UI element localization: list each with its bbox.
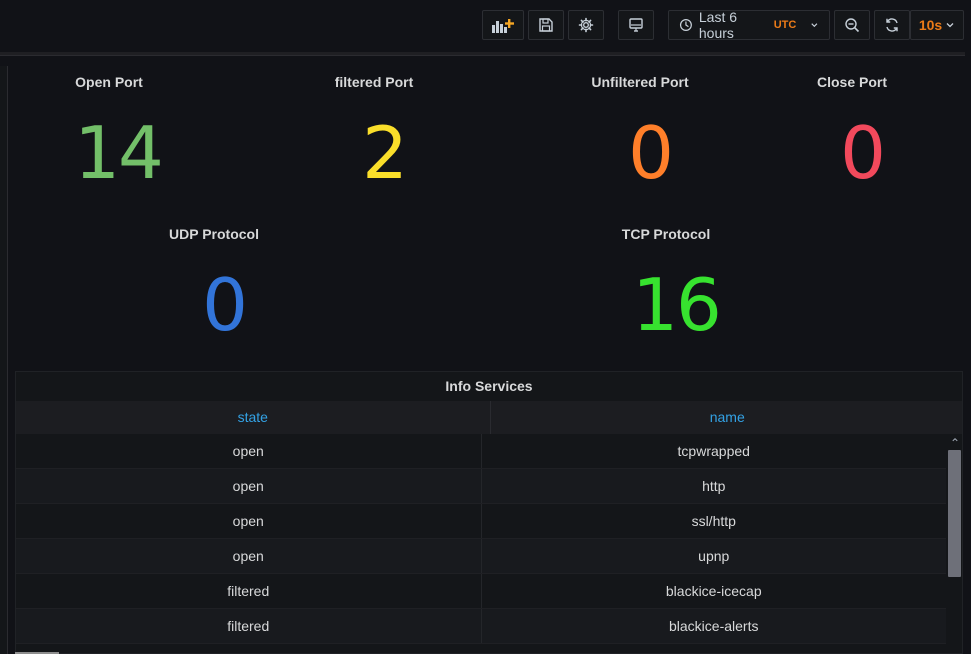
stat-title: Open Port [75, 74, 143, 90]
stat-title: Close Port [816, 74, 888, 90]
cell-state: open [16, 469, 482, 503]
refresh-button[interactable] [874, 10, 910, 40]
timezone-label: UTC [773, 19, 797, 31]
cell-name: ssl/http [691, 513, 736, 529]
scroll-up-icon[interactable]: ⌃ [950, 436, 960, 450]
scrollbar-thumb[interactable] [948, 450, 961, 577]
cell-state: open [16, 539, 482, 573]
cell-state: open [16, 504, 482, 538]
cell-state: filtered [16, 574, 482, 608]
panel-title[interactable]: Info Services [16, 378, 962, 394]
table-row: open tcpwrapped [16, 434, 946, 469]
stat-value: 0 [202, 263, 248, 347]
chevron-down-icon [946, 23, 954, 28]
stat-value: 0 [628, 111, 674, 195]
time-range-label: Last 6 hours [698, 9, 738, 41]
cell-state: filtered [16, 609, 482, 643]
clock-icon [679, 19, 692, 31]
refresh-icon [886, 18, 898, 32]
tv-mode-button[interactable] [618, 10, 654, 40]
cell-name: tcpwrapped [677, 443, 750, 459]
dashboard-toolbar: Last 6 hours UTC 10s [0, 0, 971, 52]
stat-value: 0 [840, 111, 886, 195]
refresh-interval-label: 10s [918, 17, 943, 33]
cell-name: blackice-icecap [665, 583, 762, 599]
stat-value: 14 [74, 111, 164, 195]
stat-title: UDP Protocol [169, 226, 259, 242]
zoom-out-icon [845, 18, 860, 33]
toolbar-divider [0, 52, 965, 56]
monitor-icon [629, 18, 643, 32]
save-icon [539, 18, 553, 32]
table-header: state name [16, 401, 963, 434]
stat-title: TCP Protocol [621, 226, 711, 242]
table-row: open ssl/http [16, 504, 946, 539]
save-dashboard-button[interactable] [528, 10, 564, 40]
gear-icon [578, 17, 594, 33]
table-row: open upnp [16, 539, 946, 574]
table-row: filtered blackice-icecap [16, 574, 946, 609]
cell-name: http [702, 478, 726, 494]
time-range-picker[interactable]: Last 6 hours UTC [668, 9, 830, 41]
cell-name: blackice-alerts [669, 618, 759, 634]
table-row: open http [16, 469, 946, 504]
chevron-down-icon [811, 23, 818, 28]
table-body: open tcpwrapped open http open ssl/http … [16, 434, 946, 644]
stat-title: Unfiltered Port [591, 74, 689, 90]
column-header-name[interactable]: name [491, 401, 963, 434]
stat-title: filtered Port [334, 74, 414, 90]
dashboard-settings-button[interactable] [568, 10, 604, 40]
zoom-out-button[interactable] [834, 10, 870, 40]
add-panel-button[interactable] [482, 10, 524, 40]
table-row: filtered blackice-alerts [16, 609, 946, 644]
column-header-state[interactable]: state [16, 401, 491, 434]
add-panel-icon [492, 19, 514, 33]
cell-state: open [16, 434, 482, 468]
stat-value: 2 [362, 111, 408, 195]
refresh-interval-picker[interactable]: 10s [910, 10, 964, 40]
stat-value: 16 [632, 263, 722, 347]
info-services-panel: Info Services state name open tcpwrapped… [15, 371, 963, 654]
cell-name: upnp [698, 548, 730, 564]
sidebar-edge [0, 66, 8, 654]
